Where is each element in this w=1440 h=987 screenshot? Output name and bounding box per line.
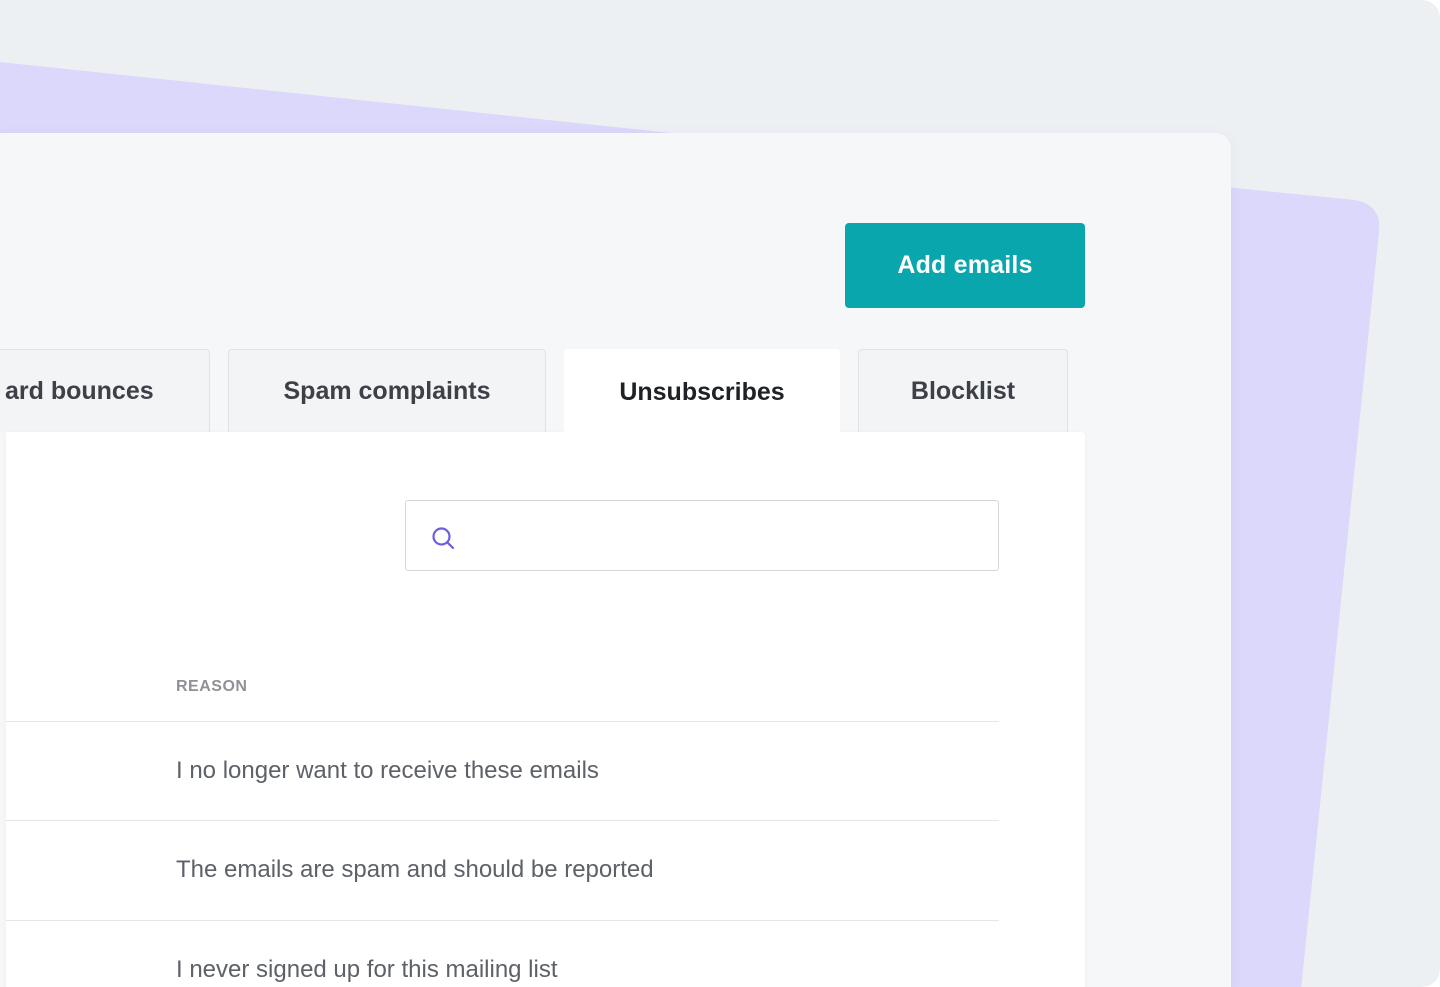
- search-field[interactable]: [405, 500, 999, 571]
- table-row-reason: The emails are spam and should be report…: [176, 856, 654, 883]
- add-emails-button[interactable]: Add emails: [845, 223, 1085, 308]
- tab-unsubscribes[interactable]: Unsubscribes: [564, 349, 840, 434]
- search-icon: [432, 527, 455, 550]
- suppressions-card: Add emails ard bounces Spam complaints U…: [0, 133, 1231, 987]
- table-row-reason: I no longer want to receive these emails: [176, 757, 599, 784]
- tab-blocklist[interactable]: Blocklist: [858, 349, 1068, 432]
- tab-hard-bounces[interactable]: ard bounces: [0, 349, 210, 432]
- tab-content-panel: REASON I no longer want to receive these…: [6, 432, 1085, 987]
- table-row-reason: I never signed up for this mailing list: [176, 956, 558, 983]
- table-divider: [6, 920, 999, 921]
- canvas: Add emails ard bounces Spam complaints U…: [0, 0, 1440, 987]
- decor-shape-top: [0, 62, 700, 136]
- table-divider: [6, 721, 999, 722]
- column-header-reason: REASON: [176, 678, 248, 695]
- table-divider: [6, 820, 999, 821]
- search-input[interactable]: [472, 501, 982, 570]
- decor-shape-right: [1225, 187, 1380, 987]
- tab-spam-complaints[interactable]: Spam complaints: [228, 349, 546, 432]
